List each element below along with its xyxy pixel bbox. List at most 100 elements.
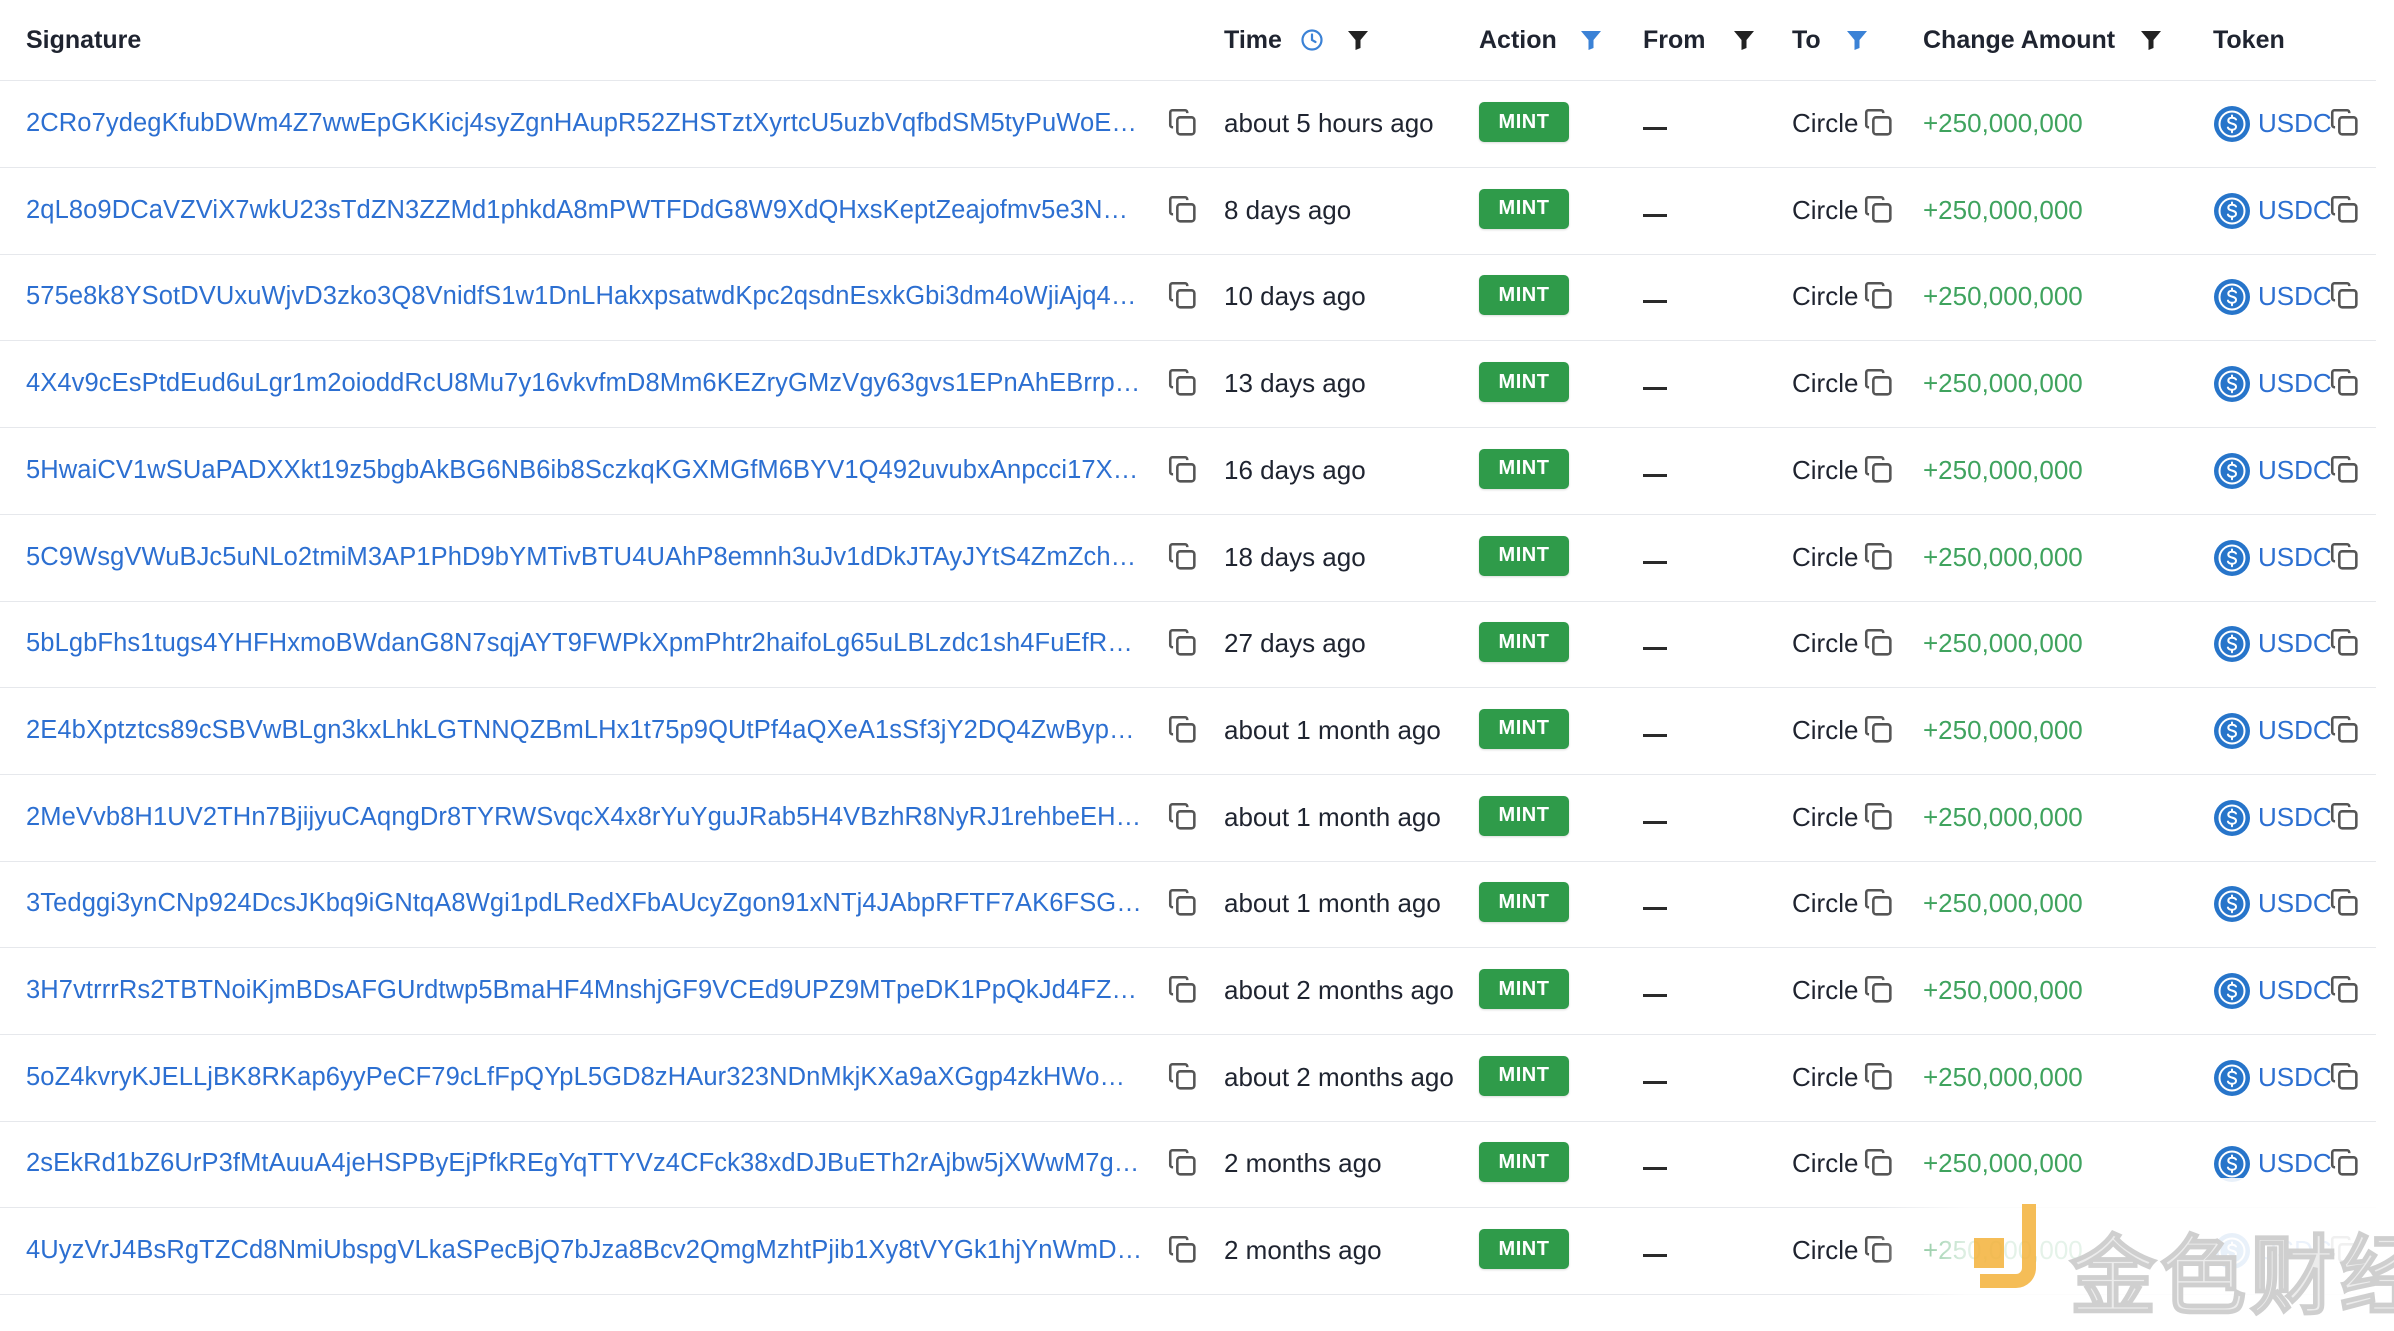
copy-to-icon[interactable] xyxy=(1862,366,1896,400)
copy-token-icon[interactable] xyxy=(2328,886,2362,920)
signature-link[interactable]: 3Tedggi3ynCNp924DcsJKbq9iGNtqA8Wgi1pdLRe… xyxy=(26,860,1146,947)
from-empty-dash xyxy=(1643,1080,1667,1084)
copy-token-icon[interactable] xyxy=(2328,193,2362,227)
signature-link[interactable]: 2qL8o9DCaVZViX7wkU23sTdZN3ZZMd1phkdA8mPW… xyxy=(26,167,1146,254)
token-link[interactable]: USDC xyxy=(2258,80,2332,167)
change-amount: +250,000,000 xyxy=(1923,281,2083,312)
copy-to-icon[interactable] xyxy=(1862,626,1896,660)
signature-link[interactable]: 5C9WsgVWuBJc5uNLo2tmiM3AP1PhD9bYMTivBTU4… xyxy=(26,514,1146,601)
time-ago: about 1 month ago xyxy=(1224,714,1441,745)
signature-link[interactable]: 3H7vtrrrRs2TBTNoiKjmBDsAFGUrdtwp5BmaHF4M… xyxy=(26,947,1146,1034)
header-to-label: To xyxy=(1792,25,1821,54)
time-ago: 27 days ago xyxy=(1224,628,1366,659)
copy-signature-icon[interactable] xyxy=(1166,1060,1200,1094)
signature-link[interactable]: 2CRo7ydegKfubDWm4Z7wwEpGKKicj4syZgnHAupR… xyxy=(26,80,1146,167)
table-row: 5bLgbFhs1tugs4YHFHxmoBWdanG8N7sqjAYT9FWP… xyxy=(0,600,2376,689)
copy-to-icon[interactable] xyxy=(1862,453,1896,487)
signature-link[interactable]: 2MeVvb8H1UV2THn7BjijyuCAqngDr8TYRWSvqcX4… xyxy=(26,774,1146,861)
clock-icon[interactable] xyxy=(1300,28,1324,52)
token-link[interactable]: USDC xyxy=(2258,1120,2332,1207)
to-filter-icon[interactable] xyxy=(1845,28,1869,52)
token-link[interactable]: USDC xyxy=(2258,860,2332,947)
copy-signature-icon[interactable] xyxy=(1166,973,1200,1007)
copy-signature-icon[interactable] xyxy=(1166,193,1200,227)
token-link[interactable]: USDC xyxy=(2258,340,2332,427)
copy-token-icon[interactable] xyxy=(2328,626,2362,660)
copy-token-icon[interactable] xyxy=(2328,713,2362,747)
from-empty-dash xyxy=(1643,820,1667,824)
usdc-coin-icon xyxy=(2213,539,2251,577)
copy-token-icon[interactable] xyxy=(2328,1060,2362,1094)
time-ago: 16 days ago xyxy=(1224,454,1366,485)
copy-to-icon[interactable] xyxy=(1862,279,1896,313)
copy-token-icon[interactable] xyxy=(2328,973,2362,1007)
token-link[interactable]: USDC xyxy=(2258,514,2332,601)
amount-filter-icon[interactable] xyxy=(2139,28,2163,52)
copy-signature-icon[interactable] xyxy=(1166,1146,1200,1180)
copy-signature-icon[interactable] xyxy=(1166,626,1200,660)
copy-to-icon[interactable] xyxy=(1862,1146,1896,1180)
copy-signature-icon[interactable] xyxy=(1166,1233,1200,1267)
copy-signature-icon[interactable] xyxy=(1166,713,1200,747)
signature-link[interactable]: 5bLgbFhs1tugs4YHFHxmoBWdanG8N7sqjAYT9FWP… xyxy=(26,600,1146,687)
copy-token-icon[interactable] xyxy=(2328,1146,2362,1180)
from-filter-icon[interactable] xyxy=(1732,28,1756,52)
copy-signature-icon[interactable] xyxy=(1166,540,1200,574)
header-from-label: From xyxy=(1643,25,1706,54)
signature-link[interactable]: 575e8k8YSotDVUxuWjvD3zko3Q8VnidfS1w1DnLH… xyxy=(26,253,1146,340)
usdc-coin-icon xyxy=(2213,712,2251,750)
action-badge: MINT xyxy=(1479,622,1569,663)
token-link[interactable]: USDC xyxy=(2258,687,2332,774)
token-link[interactable]: USDC xyxy=(2258,167,2332,254)
copy-token-icon[interactable] xyxy=(2328,366,2362,400)
token-link[interactable]: USDC xyxy=(2258,774,2332,861)
copy-token-icon[interactable] xyxy=(2328,279,2362,313)
time-ago: about 2 months ago xyxy=(1224,975,1454,1005)
token-link[interactable]: USDC xyxy=(2258,1034,2332,1121)
header-change-amount: Change Amount xyxy=(1923,0,2163,80)
signature-link[interactable]: 4X4v9cEsPtdEud6uLgr1m2oioddRcU8Mu7y16vkv… xyxy=(26,340,1146,427)
copy-to-icon[interactable] xyxy=(1862,1233,1896,1267)
action-badge: MINT xyxy=(1479,448,1569,489)
token-link[interactable]: USDC xyxy=(2258,947,2332,1034)
copy-to-icon[interactable] xyxy=(1862,800,1896,834)
signature-link[interactable]: 4UyzVrJ4BsRgTZCd8NmiUbspgVLkaSPecBjQ7bJz… xyxy=(26,1207,1146,1294)
from-empty-dash xyxy=(1643,647,1667,651)
action-filter-icon[interactable] xyxy=(1579,28,1603,52)
token-link[interactable]: USDC xyxy=(2258,253,2332,340)
copy-to-icon[interactable] xyxy=(1862,106,1896,140)
signature-link[interactable]: 5HwaiCV1wSUaPADXXkt19z5bgbAkBG6NB6ib8Scz… xyxy=(26,427,1146,514)
token-link[interactable]: USDC xyxy=(2258,600,2332,687)
from-empty-dash xyxy=(1643,300,1667,304)
copy-to-icon[interactable] xyxy=(1862,193,1896,227)
copy-token-icon[interactable] xyxy=(2328,453,2362,487)
copy-signature-icon[interactable] xyxy=(1166,106,1200,140)
copy-signature-icon[interactable] xyxy=(1166,800,1200,834)
table-row: 2MeVvb8H1UV2THn7BjijyuCAqngDr8TYRWSvqcX4… xyxy=(0,774,2376,862)
token-link[interactable]: USDC xyxy=(2258,427,2332,514)
copy-signature-icon[interactable] xyxy=(1166,366,1200,400)
copy-token-icon[interactable] xyxy=(2328,800,2362,834)
signature-link[interactable]: 5oZ4kvryKJELLjBK8RKap6yyPeCF79cLfFpQYpL5… xyxy=(26,1034,1146,1121)
copy-signature-icon[interactable] xyxy=(1166,886,1200,920)
copy-to-icon[interactable] xyxy=(1862,1060,1896,1094)
copy-token-icon[interactable] xyxy=(2328,106,2362,140)
to-label: Circle xyxy=(1792,281,1859,312)
table-header: Signature Time Action From To Change Amo… xyxy=(0,0,2376,81)
copy-to-icon[interactable] xyxy=(1862,973,1896,1007)
change-amount: +250,000,000 xyxy=(1923,108,2083,138)
usdc-coin-icon xyxy=(2213,365,2251,403)
table-row: 3Tedggi3ynCNp924DcsJKbq9iGNtqA8Wgi1pdLRe… xyxy=(0,860,2376,949)
from-empty-dash xyxy=(1643,907,1667,911)
signature-link[interactable]: 2sEkRd1bZ6UrP3fMtAuuA4jeHSPByEjPfkREgYqT… xyxy=(26,1120,1146,1207)
copy-signature-icon[interactable] xyxy=(1166,279,1200,313)
action-badge: MINT xyxy=(1479,1055,1569,1096)
time-filter-icon[interactable] xyxy=(1346,28,1370,52)
copy-to-icon[interactable] xyxy=(1862,713,1896,747)
copy-signature-icon[interactable] xyxy=(1166,453,1200,487)
copy-token-icon[interactable] xyxy=(2328,540,2362,574)
copy-to-icon[interactable] xyxy=(1862,886,1896,920)
copy-to-icon[interactable] xyxy=(1862,540,1896,574)
header-action-label: Action xyxy=(1479,25,1557,54)
signature-link[interactable]: 2E4bXptztcs89cSBVwBLgn3kxLhkLGTNNQZBmLHx… xyxy=(26,687,1146,774)
